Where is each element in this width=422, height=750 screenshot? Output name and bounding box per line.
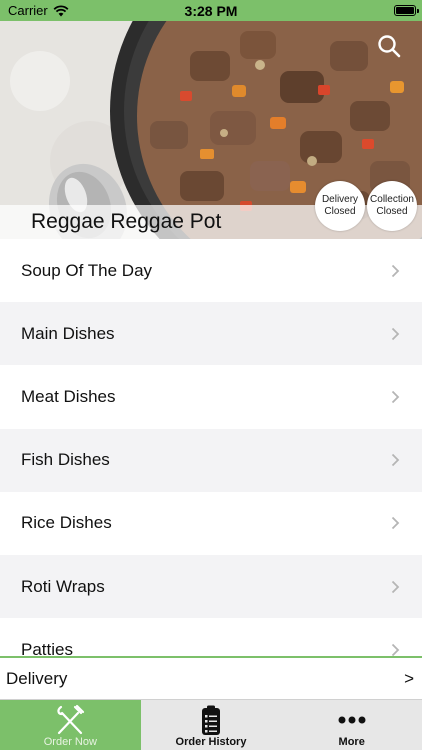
chevron-right-icon: [391, 390, 400, 404]
bottom-tab-bar: Order Now Order History More: [0, 699, 422, 750]
chevron-right-icon: [391, 517, 400, 530]
menu-item-label: Patties: [21, 639, 73, 656]
delivery-status-line1: Delivery: [321, 194, 359, 205]
delivery-mode-label: Delivery: [6, 668, 68, 688]
collection-status-badge: Collection Closed: [367, 181, 417, 231]
fork-knife-icon: [57, 704, 85, 735]
menu-item-label: Rice Dishes: [21, 513, 112, 533]
menu-item-label: Meat Dishes: [21, 386, 116, 406]
menu-category-list: Soup Of The Day Main Dishes Meat Dishes …: [0, 239, 422, 656]
chevron-right-icon: [391, 643, 400, 656]
tab-more[interactable]: More: [281, 700, 422, 750]
restaurant-name: Reggae Reggae Pot: [31, 210, 222, 233]
status-bar: Carrier 3:28 PM: [0, 0, 422, 21]
chevron-right-icon: [391, 580, 400, 593]
battery-icon: [394, 5, 419, 16]
menu-item-label: Main Dishes: [21, 323, 115, 343]
chevron-right-icon: [391, 264, 400, 277]
chevron-right-icon: [391, 454, 400, 467]
menu-item-soup-of-the-day[interactable]: Soup Of The Day: [0, 239, 422, 303]
menu-item-patties[interactable]: Patties: [0, 618, 422, 656]
menu-item-label: Fish Dishes: [21, 450, 110, 470]
delivery-mode-bar[interactable]: Delivery >: [0, 656, 422, 699]
collection-status-line1: Collection: [370, 194, 414, 205]
menu-item-meat-dishes[interactable]: Meat Dishes: [0, 365, 422, 429]
restaurant-hero: Reggae Reggae Pot Delivery Closed Collec…: [0, 21, 422, 239]
tab-label: Order Now: [43, 736, 97, 748]
menu-item-roti-wraps[interactable]: Roti Wraps: [0, 554, 422, 619]
chevron-right-icon: [391, 327, 400, 340]
status-left: Carrier: [8, 3, 69, 18]
menu-item-label: Roti Wraps: [21, 576, 105, 596]
collection-status-line2: Closed: [376, 206, 408, 217]
delivery-status-badge: Delivery Closed: [315, 181, 365, 231]
wifi-icon: [53, 4, 69, 16]
clipboard-icon: [202, 705, 220, 735]
tab-label: Order History: [175, 736, 247, 748]
carrier-label: Carrier: [8, 3, 48, 18]
tab-order-now[interactable]: Order Now: [0, 700, 141, 750]
menu-item-label: Soup Of The Day: [21, 260, 153, 280]
menu-item-rice-dishes[interactable]: Rice Dishes: [0, 491, 422, 555]
delivery-status-line2: Closed: [324, 206, 356, 217]
menu-item-main-dishes[interactable]: Main Dishes: [0, 302, 422, 366]
tab-label: More: [338, 736, 365, 748]
search-icon[interactable]: [376, 33, 402, 59]
more-dots-icon: [338, 716, 366, 724]
delivery-mode-arrow: >: [404, 668, 414, 688]
menu-item-fish-dishes[interactable]: Fish Dishes: [0, 428, 422, 492]
tab-order-history[interactable]: Order History: [141, 700, 282, 750]
